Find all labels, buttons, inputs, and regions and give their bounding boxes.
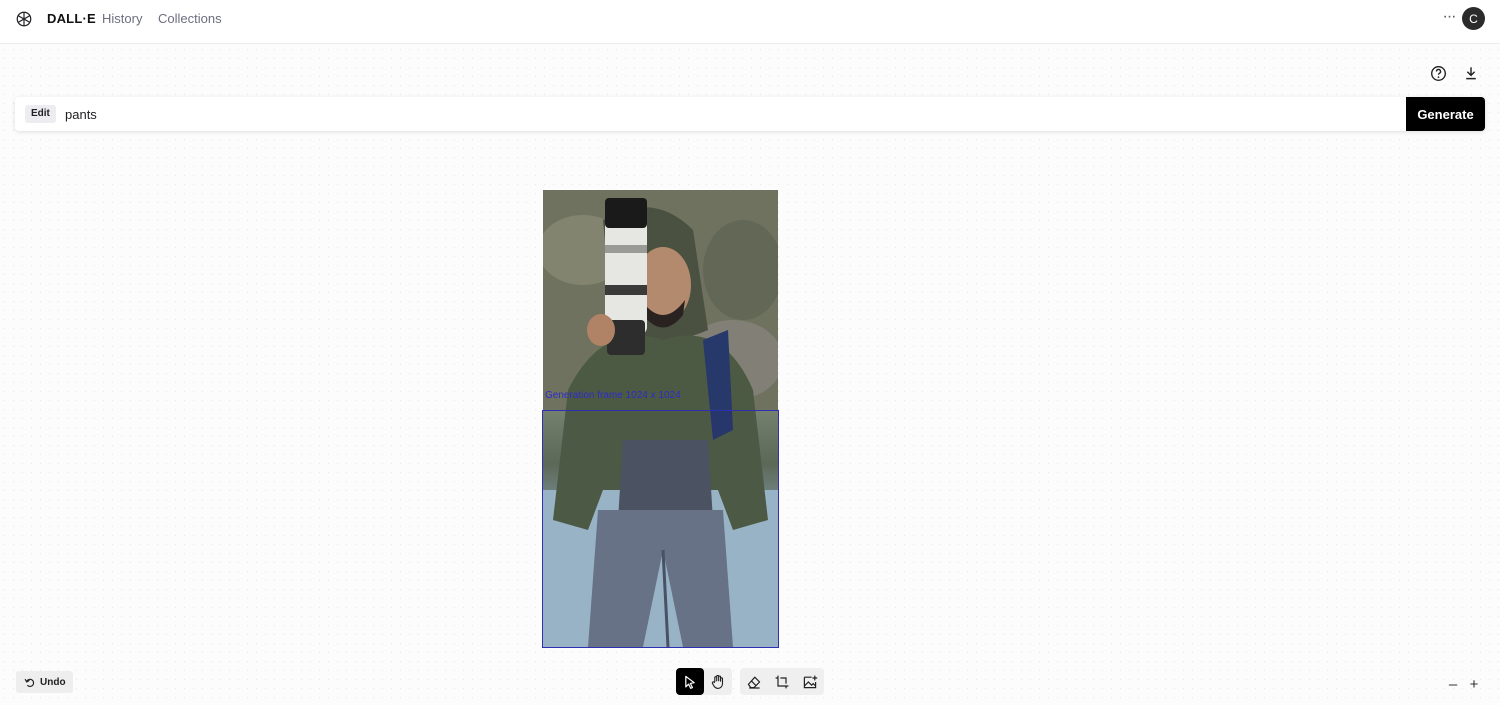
nav-collections[interactable]: Collections [158,11,222,26]
edit-tools [740,668,824,695]
zoom-out-button[interactable]: – [1445,677,1461,693]
upload-image-icon[interactable] [796,668,824,695]
more-horizontal-icon[interactable]: ··· [1440,8,1458,28]
eraser-icon[interactable] [740,668,768,695]
generation-frame[interactable] [542,410,779,648]
hand-icon[interactable] [704,668,732,695]
selection-frame-label: Generation frame 1024 x 1024 [545,390,681,401]
undo-label: Undo [40,676,66,688]
add-frame-icon[interactable] [768,668,796,695]
prompt-input[interactable] [65,102,1395,126]
openai-logo-icon[interactable] [15,10,33,28]
navigation-tools [676,668,732,695]
generate-button[interactable]: Generate [1406,97,1485,131]
edit-mode-badge: Edit [25,105,56,123]
avatar[interactable]: C [1462,7,1485,30]
select-icon[interactable] [676,668,704,695]
brand-title[interactable]: DALL·E [47,11,96,26]
download-icon[interactable] [1461,63,1481,83]
zoom-in-button[interactable]: + [1466,677,1482,693]
help-icon[interactable] [1428,63,1448,83]
prompt-bar: Edit Generate [15,97,1485,131]
top-navigation-bar: DALL·E History Collections ··· C [0,0,1500,44]
nav-history[interactable]: History [102,11,142,26]
undo-button[interactable]: Undo [16,671,73,693]
undo-icon [24,678,35,687]
